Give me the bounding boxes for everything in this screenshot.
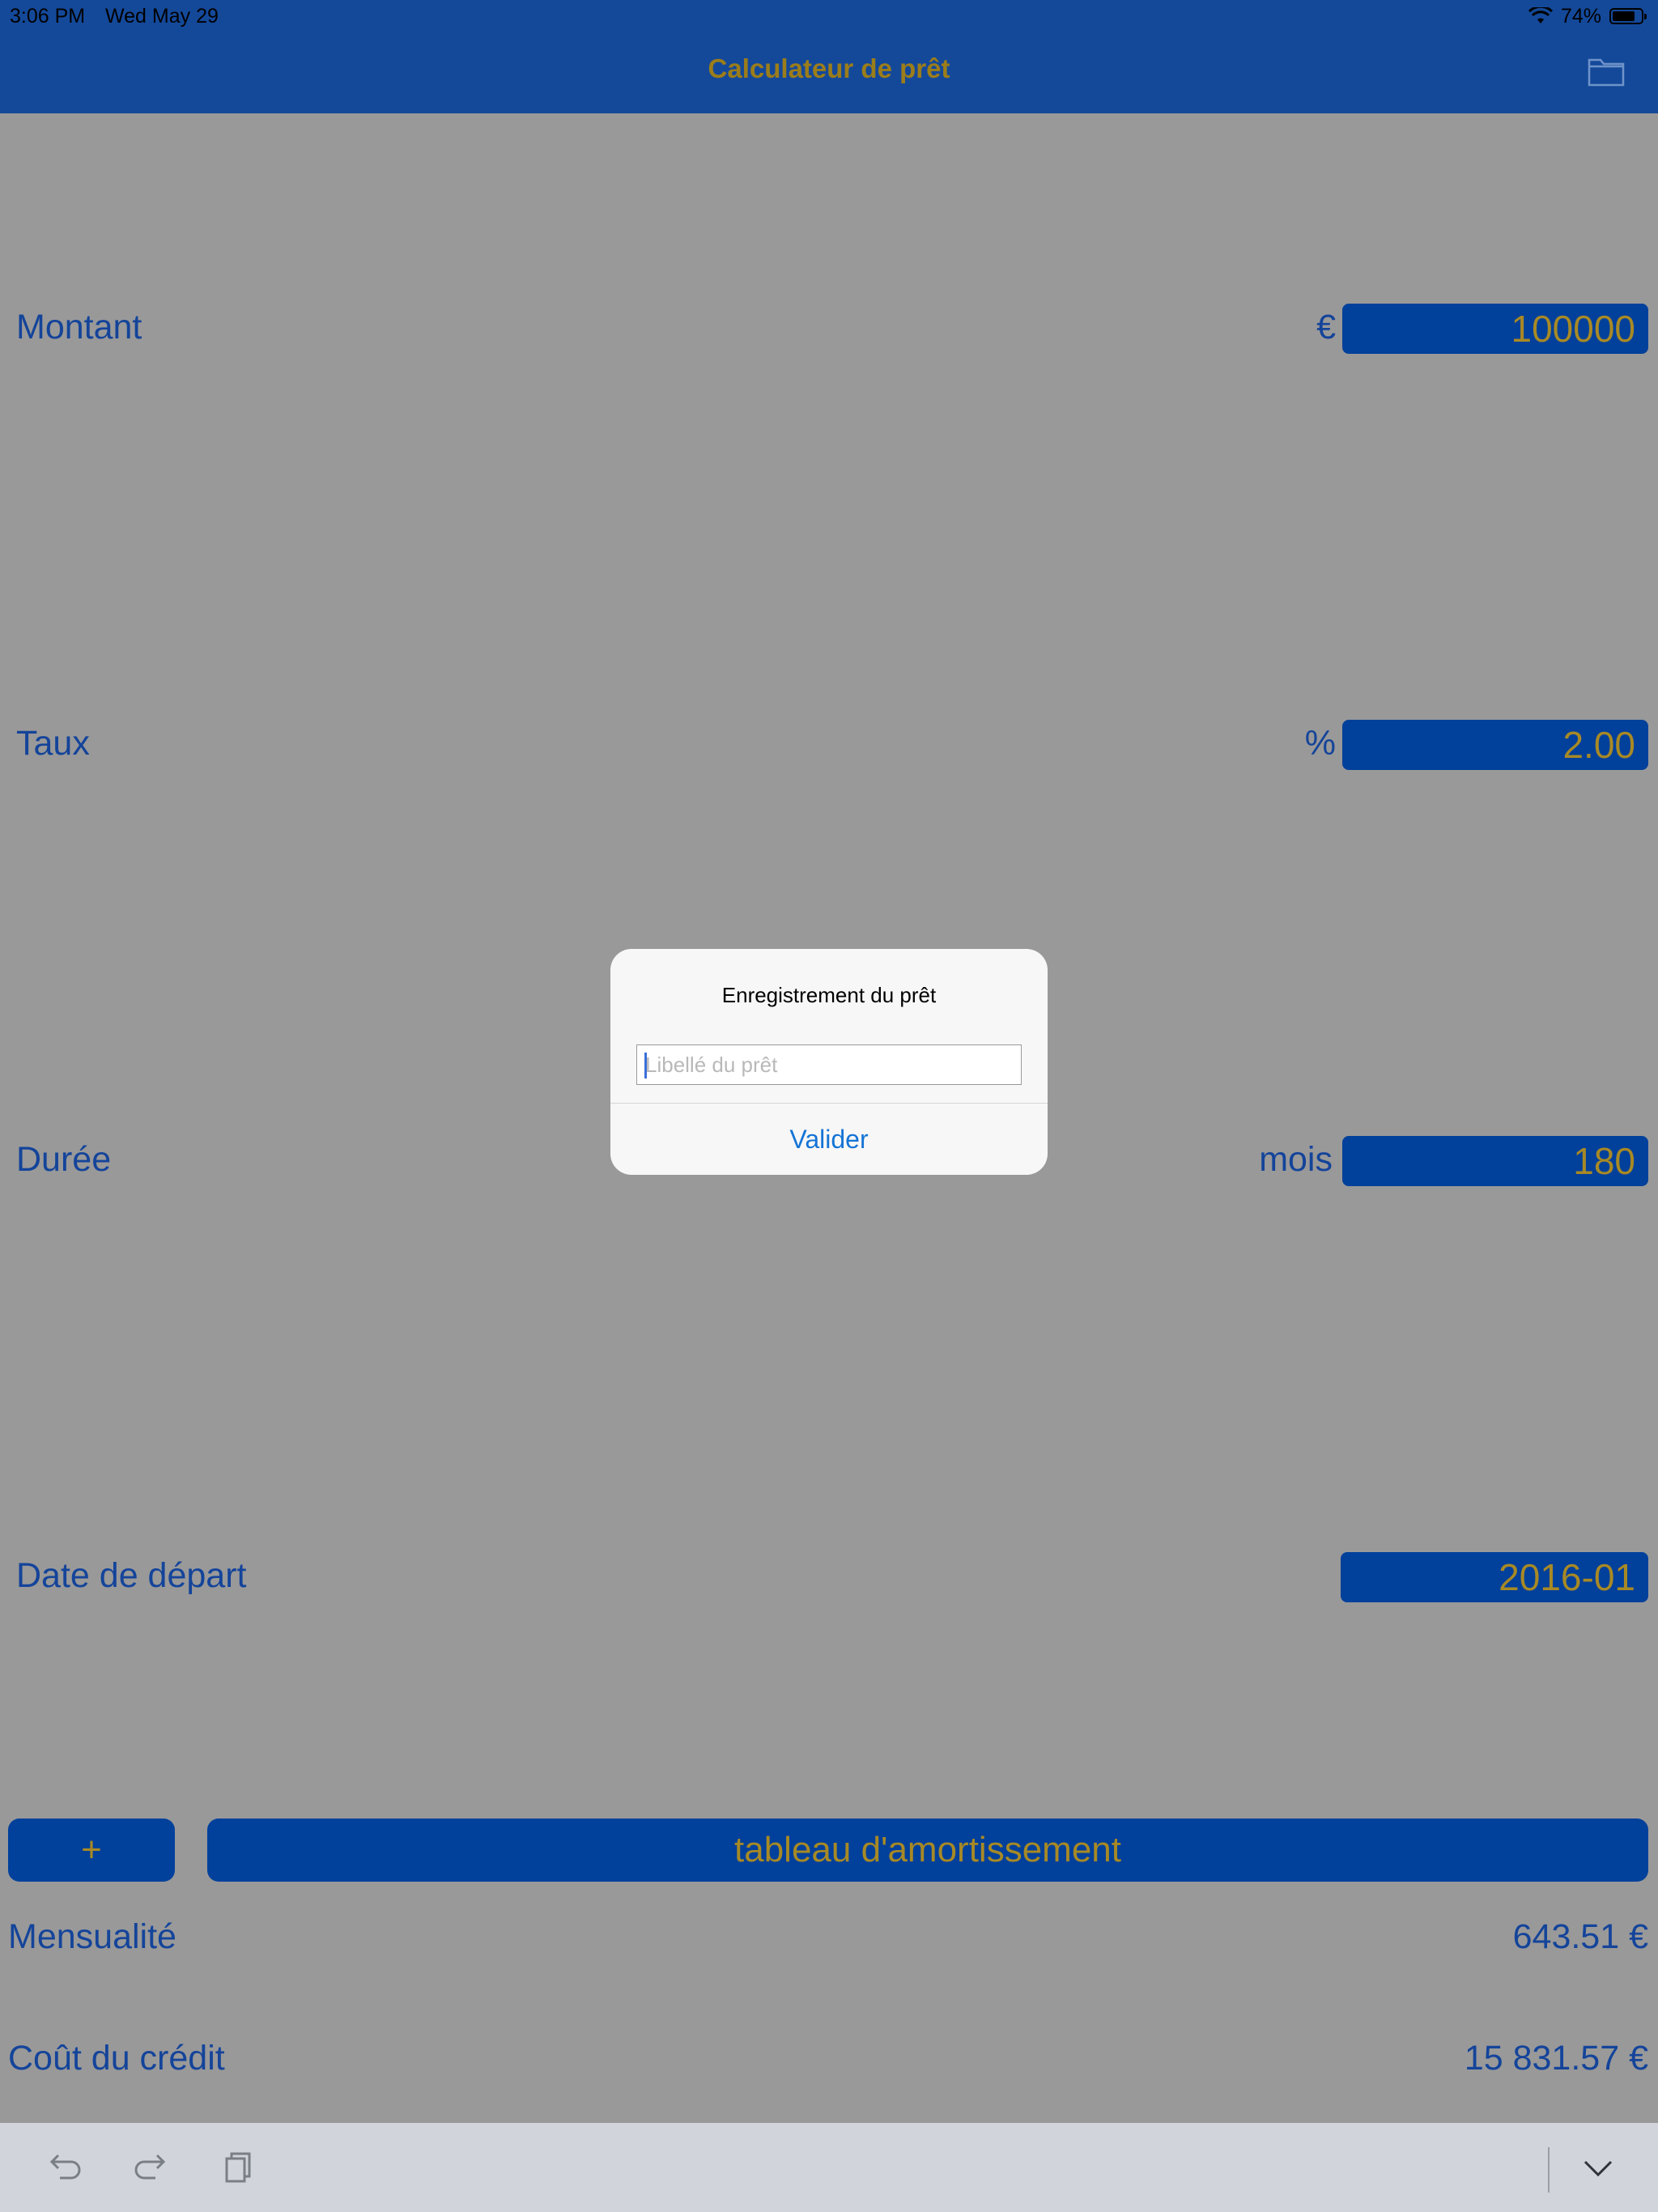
taux-label: Taux [16, 724, 90, 763]
date-label: Date de départ [16, 1556, 247, 1595]
mensualite-value: 643.51 € [1512, 1917, 1648, 1956]
validate-button[interactable]: Valider [610, 1104, 1048, 1175]
status-date: Wed May 29 [105, 5, 219, 28]
undo-icon[interactable] [42, 2146, 87, 2191]
text-cursor [644, 1053, 647, 1078]
duree-field[interactable]: 180 [1342, 1136, 1648, 1186]
montant-unit: € [1316, 308, 1336, 347]
battery-icon [1609, 8, 1647, 24]
cout-label: Coût du crédit [8, 2039, 225, 2078]
toolbar-divider [1548, 2147, 1550, 2193]
taux-field[interactable]: 2.00 [1342, 720, 1648, 770]
navigation-bar: 3:06 PM Wed May 29 74% Calculateur de pr… [0, 0, 1658, 113]
page-title: Calculateur de prêt [708, 53, 950, 83]
taux-unit: % [1304, 724, 1336, 763]
keyboard-toolbar [0, 2123, 1658, 2212]
chevron-down-icon[interactable] [1575, 2146, 1621, 2191]
duree-label: Durée [16, 1140, 112, 1179]
montant-field[interactable]: 100000 [1342, 304, 1648, 354]
folder-icon[interactable] [1587, 55, 1626, 87]
montant-label: Montant [16, 308, 142, 347]
dialog-title: Enregistrement du prêt [721, 983, 937, 1007]
clipboard-icon[interactable] [215, 2146, 261, 2191]
cout-value: 15 831.57 € [1464, 2039, 1648, 2078]
save-loan-dialog: Enregistrement du prêt Valider [610, 949, 1048, 1175]
duree-unit: mois [1259, 1140, 1333, 1179]
battery-percent: 74% [1560, 5, 1601, 28]
loan-name-input[interactable] [636, 1044, 1022, 1085]
redo-icon[interactable] [128, 2146, 173, 2191]
wifi-icon [1528, 7, 1553, 23]
amortization-table-button[interactable]: tableau d'amortissement [207, 1819, 1648, 1882]
mensualite-label: Mensualité [8, 1917, 176, 1956]
status-indicators: 74% [1528, 3, 1647, 29]
date-field[interactable]: 2016-01 [1341, 1552, 1648, 1602]
status-time: 3:06 PM [10, 5, 86, 28]
add-button[interactable]: + [8, 1819, 175, 1882]
